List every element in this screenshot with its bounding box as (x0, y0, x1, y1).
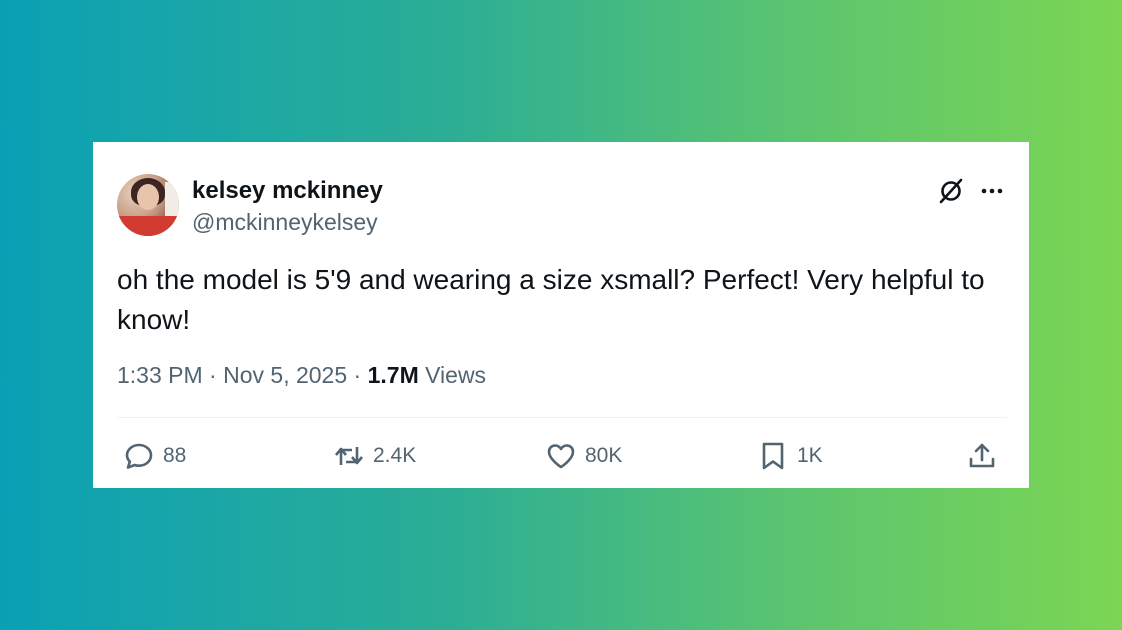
share-icon (969, 443, 995, 468)
tweet-meta: 1:33 PM · Nov 5, 2025 · 1.7M Views (117, 362, 486, 389)
bookmark-button[interactable]: 1K (757, 440, 823, 472)
retweet-button[interactable]: 2.4K (333, 440, 416, 472)
tweet-text: oh the model is 5'9 and wearing a size x… (117, 264, 985, 335)
retweet-icon (335, 447, 363, 465)
like-button[interactable]: 80K (545, 440, 622, 472)
tweet-date[interactable]: Nov 5, 2025 (223, 362, 347, 388)
author-handle[interactable]: @mckinneykelsey (192, 209, 378, 236)
reply-count: 88 (163, 444, 187, 467)
bookmark-count: 1K (797, 444, 823, 467)
retweet-count: 2.4K (373, 444, 417, 467)
reply-icon (125, 443, 153, 469)
divider (117, 417, 1007, 418)
views-count[interactable]: 1.7M (368, 362, 419, 388)
tweet-time[interactable]: 1:33 PM (117, 362, 203, 388)
reply-button[interactable]: 88 (123, 440, 186, 472)
views-label: Views (425, 362, 487, 388)
avatar[interactable] (117, 174, 179, 236)
bookmark-icon (762, 442, 784, 470)
meta-separator: · (353, 362, 362, 388)
author-name[interactable]: kelsey mckinney (192, 177, 383, 205)
like-icon (547, 444, 575, 469)
grok-icon[interactable] (937, 177, 965, 205)
like-count: 80K (585, 444, 623, 467)
share-button[interactable] (966, 440, 998, 472)
meta-separator: · (209, 362, 217, 388)
more-icon[interactable] (980, 186, 1004, 196)
